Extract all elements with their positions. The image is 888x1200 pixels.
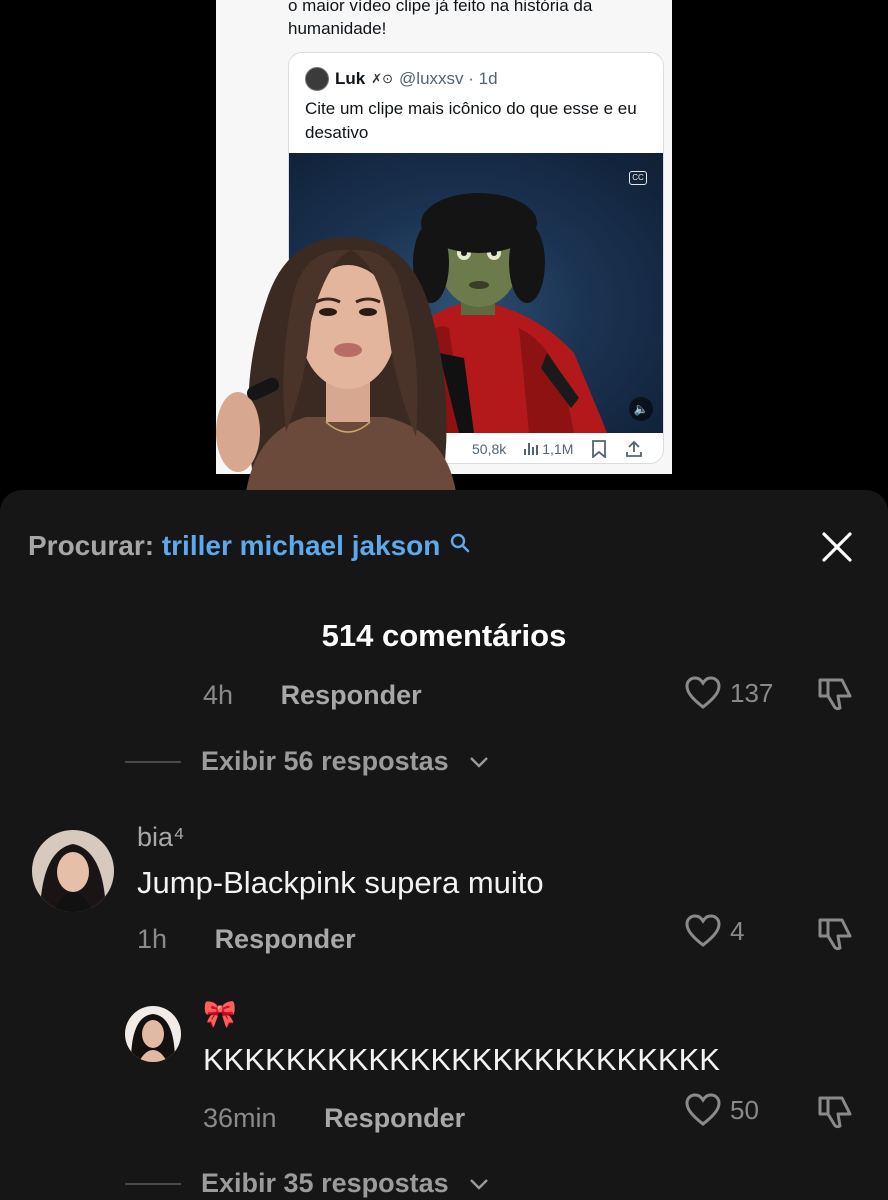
prev-like-button[interactable]: 137 [684,676,773,710]
view-replies-button[interactable]: Exibir 56 respostas [125,746,489,777]
share-icon [626,440,643,457]
comment-meta: 1h Responder [137,924,356,955]
volume-icon[interactable]: 🔈 [629,397,653,421]
heart-icon [685,914,721,947]
search-prefix: Procurar: [28,530,155,561]
avatar[interactable] [32,830,114,912]
heart-icon [685,1093,721,1126]
heart-icon [685,676,721,709]
quoted-name: Luk [335,69,366,88]
search-suggestion[interactable]: Procurar: triller michael jakson [28,530,470,562]
quoted-tweet-header: Luk ✗⊙ @luxxsv · 1d [305,67,498,91]
dislike-icon[interactable] [816,674,856,714]
chevron-down-icon [469,1178,488,1190]
reply-like-button[interactable]: 50 [684,1093,759,1127]
reply-reply-button[interactable]: Responder [324,1103,465,1133]
prev-comment-meta: 4h Responder [203,680,422,711]
video-player[interactable]: o maior vídeo clipe já feito na história… [0,0,888,500]
views-icon [524,443,539,455]
comment-username[interactable]: bia⁴ [137,822,185,853]
tweet-text: o maior vídeo clipe já feito na história… [288,0,593,38]
reply-like-count: 50 [730,1094,759,1125]
reply-button[interactable]: Responder [215,924,356,954]
comments-sheet: Procurar: triller michael jakson 514 com… [0,490,888,1200]
reply-time: 36min [203,1103,277,1133]
view-replies-button-2[interactable]: Exibir 35 respostas [125,1168,489,1199]
quoted-handle: @luxxsv · 1d [399,69,498,88]
quoted-badge: ✗⊙ [371,71,394,86]
reply-username[interactable]: 🎀 [203,998,237,1030]
quoted-text: Cite um clipe mais icônico do que esse e… [305,99,637,142]
replies-divider [125,1182,181,1185]
search-icon [450,528,470,553]
comment-time: 1h [137,924,168,954]
comment-text: Jump-Blackpink supera muito [137,865,544,900]
tweet-views-count: 1,1M [542,441,574,457]
creator-overlay-image [216,232,480,492]
reply-meta: 36min Responder [203,1103,465,1134]
quoted-avatar [305,67,329,91]
dislike-icon[interactable] [816,914,856,954]
tweet-views: 1,1M [524,441,573,457]
like-count: 4 [730,915,745,946]
replies-divider [125,760,181,763]
chevron-down-icon [469,756,488,768]
prev-like-count: 137 [730,677,774,708]
reply-avatar[interactable] [125,1006,181,1062]
prev-reply-button[interactable]: Responder [281,680,422,710]
view-replies-label-2: Exibir 35 respostas [201,1168,449,1198]
close-icon[interactable] [820,530,854,564]
prev-comment-time: 4h [203,680,234,710]
reply-text: KKKKKKKKKKKKKKKKKKKKKKKKK [203,1042,720,1077]
like-button[interactable]: 4 [684,914,744,948]
comments-count-title: 514 comentários [321,618,567,653]
captions-icon[interactable]: CC [629,171,647,185]
bookmark-icon [592,440,607,458]
search-query-link[interactable]: triller michael jakson [162,530,441,561]
dislike-icon[interactable] [816,1092,856,1132]
tweet-actions: 50,8k 1,1M [472,440,643,458]
view-replies-label: Exibir 56 respostas [201,746,449,776]
